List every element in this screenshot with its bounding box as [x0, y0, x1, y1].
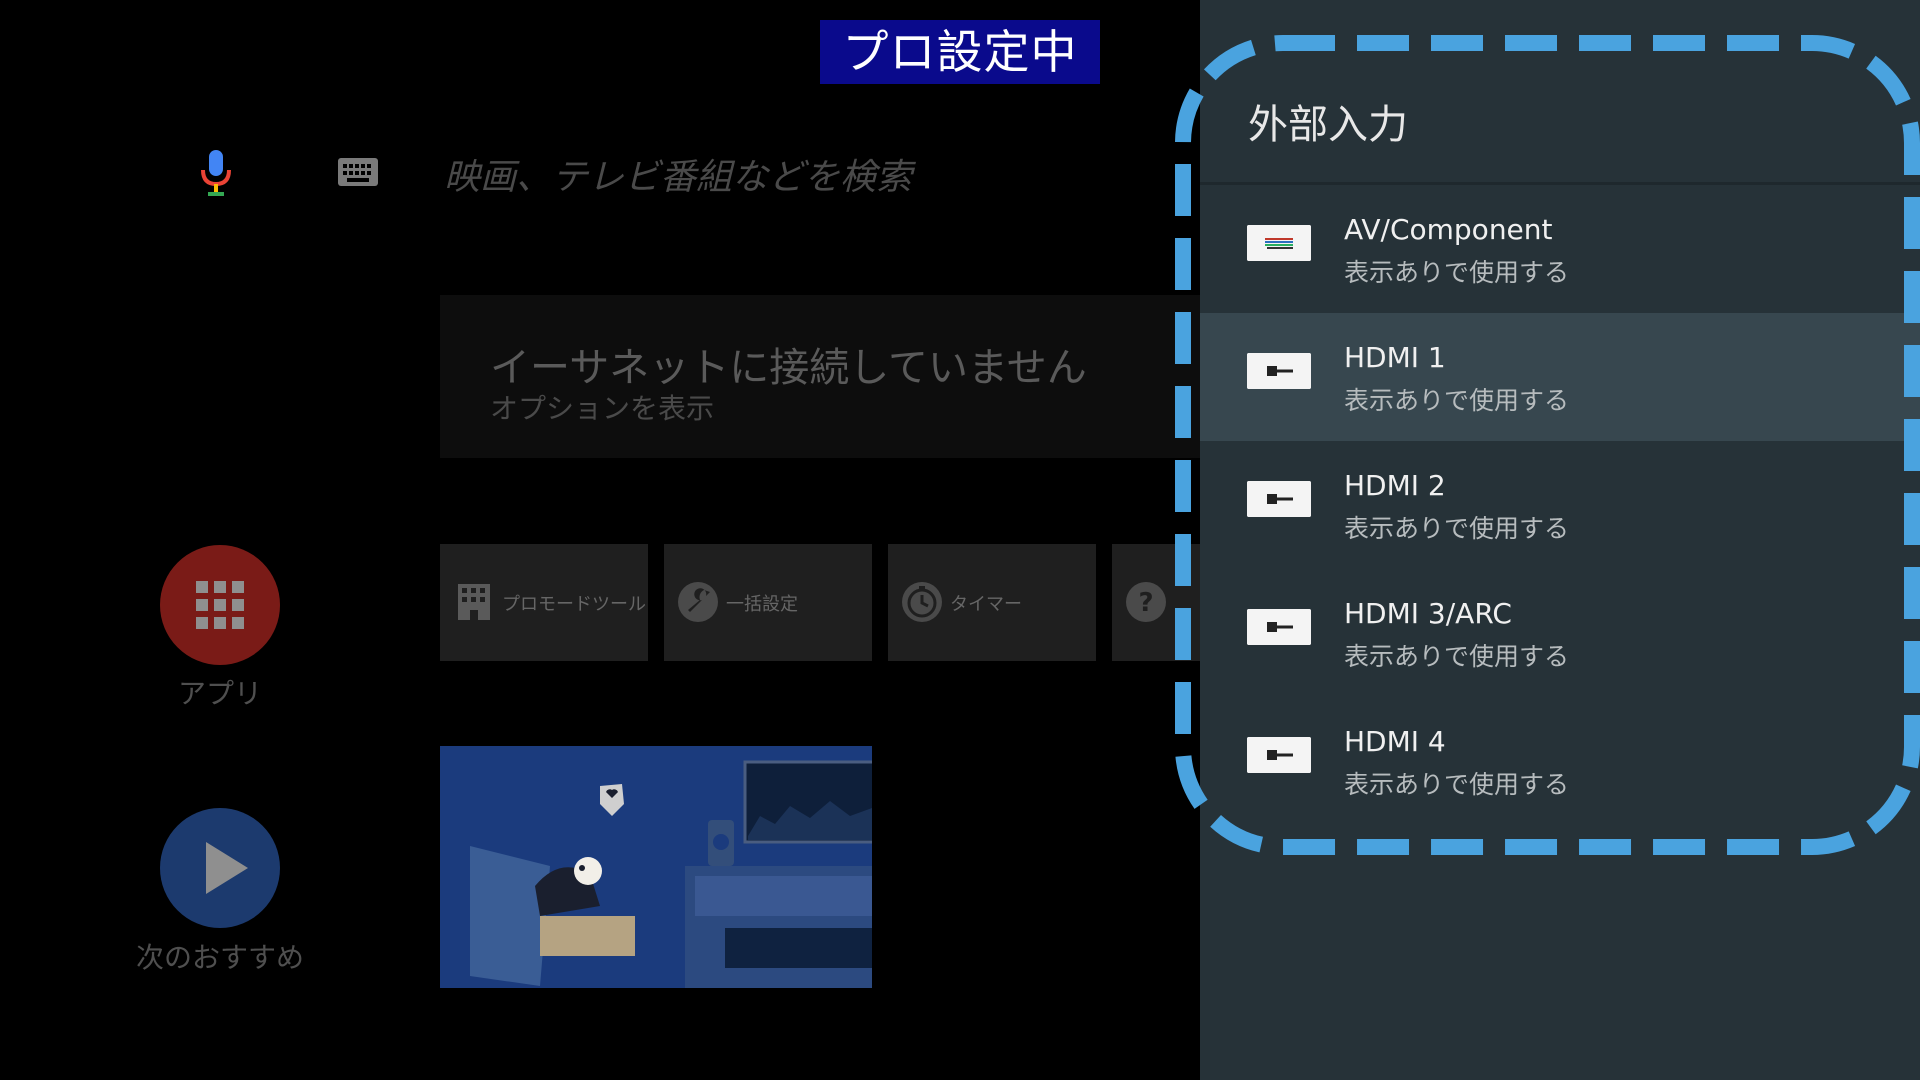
hdmi-icon	[1247, 353, 1311, 389]
input-name: HDMI 3/ARC	[1344, 597, 1512, 630]
tile-pro-mode-tools[interactable]: プロモードツール	[440, 544, 648, 661]
external-input-panel: 外部入力 AV/Component 表示ありで使用する HDMI 1 表示ありで…	[1200, 0, 1920, 1080]
input-status: 表示ありで使用する	[1344, 386, 1570, 415]
input-item-hdmi-3-arc[interactable]: HDMI 3/ARC 表示ありで使用する	[1200, 569, 1920, 697]
input-item-hdmi-1[interactable]: HDMI 1 表示ありで使用する	[1200, 313, 1920, 441]
input-status: 表示ありで使用する	[1344, 770, 1570, 799]
timer-icon	[902, 582, 942, 622]
wrench-icon	[678, 582, 718, 622]
tile-label: プロモードツール	[502, 594, 646, 615]
hdmi-icon	[1247, 609, 1311, 645]
building-icon	[458, 584, 490, 620]
tile-label: 一括設定	[726, 594, 798, 615]
ethernet-card-title: イーサネットに接続していません	[490, 345, 1087, 391]
tile-timer[interactable]: タイマー	[888, 544, 1096, 661]
search-input[interactable]: 映画、テレビ番組などを検索	[444, 148, 912, 200]
input-name: HDMI 1	[1344, 341, 1446, 374]
svg-text:?: ?	[1138, 588, 1153, 618]
ethernet-card[interactable]: イーサネットに接続していません オプションを表示	[440, 295, 1200, 458]
input-name: AV/Component	[1344, 213, 1553, 246]
keyboard-icon[interactable]	[337, 157, 379, 187]
home-screen: プロ設定中 映画、テレビ番組などを検索 イーサネットに接続していません オプショ…	[0, 0, 1200, 1080]
input-item-hdmi-2[interactable]: HDMI 2 表示ありで使用する	[1200, 441, 1920, 569]
featured-banner[interactable]	[440, 746, 872, 988]
input-status: 表示ありで使用する	[1344, 514, 1570, 543]
ethernet-card-subtitle: オプションを表示	[490, 392, 715, 425]
input-item-hdmi-4[interactable]: HDMI 4 表示ありで使用する	[1200, 697, 1920, 825]
tile-help[interactable]: ?	[1112, 544, 1200, 661]
next-recommendations-label: 次のおすすめ	[135, 941, 304, 974]
pro-mode-banner: プロ設定中	[820, 20, 1100, 84]
av-component-icon	[1247, 225, 1311, 261]
apps-button[interactable]	[160, 545, 280, 665]
living-room-illustration	[440, 746, 872, 988]
panel-title: 外部入力	[1248, 102, 1408, 148]
hdmi-icon	[1247, 481, 1311, 517]
help-icon: ?	[1126, 582, 1166, 622]
tile-batch-settings[interactable]: 一括設定	[664, 544, 872, 661]
input-name: HDMI 2	[1344, 469, 1446, 502]
play-icon	[206, 842, 248, 894]
input-status: 表示ありで使用する	[1344, 258, 1570, 287]
apps-grid-icon	[196, 581, 244, 629]
input-item-av-component[interactable]: AV/Component 表示ありで使用する	[1200, 185, 1920, 313]
tile-label: タイマー	[950, 594, 1022, 615]
next-recommendations-button[interactable]	[160, 808, 280, 928]
apps-label: アプリ	[177, 677, 262, 710]
input-name: HDMI 4	[1344, 725, 1446, 758]
input-status: 表示ありで使用する	[1344, 642, 1570, 671]
hdmi-icon	[1247, 737, 1311, 773]
mic-icon[interactable]	[196, 148, 236, 198]
